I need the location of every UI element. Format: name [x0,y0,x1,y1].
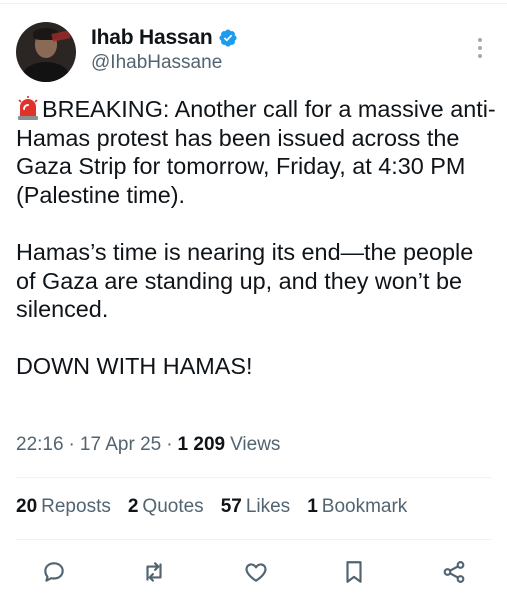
engagement-stats: 20 Reposts 2 Quotes 57 Likes 1 Bookmark [16,496,424,518]
views-count: 1 209 [177,434,226,455]
avatar-shirt [22,62,70,82]
siren-emoji-icon [18,96,38,120]
repost-icon[interactable] [138,556,170,588]
reposts-stat[interactable]: 20 Reposts [16,496,111,518]
tweet-paragraph: Hamas’s time is nearing its end—the peop… [16,238,474,323]
avatar[interactable] [16,22,76,82]
bookmark-icon[interactable] [338,556,370,588]
divider [16,477,491,478]
bookmarks-stat[interactable]: 1 Bookmark [307,496,407,518]
verified-badge-icon [218,29,237,47]
quotes-stat[interactable]: 2 Quotes [128,496,204,518]
tweet-text: BREAKING: Another call for a massive ant… [16,95,496,381]
tweet-time[interactable]: 22:16 [16,434,64,456]
tweet-meta: 22:16 · 17 Apr 25 · 1 209 Views [16,434,280,456]
likes-stat[interactable]: 57 Likes [221,496,291,518]
action-bar [0,556,507,592]
tweet-paragraph: BREAKING: Another call for a massive ant… [16,96,496,208]
reply-icon[interactable] [38,556,70,588]
divider [16,539,491,540]
share-icon[interactable] [438,556,470,588]
tweet-paragraph: DOWN WITH HAMAS! [16,353,253,380]
name-row: Ihab Hassan [91,24,238,52]
meta-separator: · [166,434,173,455]
views-label[interactable]: Views [230,434,280,456]
meta-separator: · [68,434,75,455]
user-handle[interactable]: @IhabHassane [91,52,222,74]
more-options-icon[interactable] [477,38,483,60]
top-divider [0,3,507,4]
tweet-header: Ihab Hassan @IhabHassane [16,22,491,86]
display-name[interactable]: Ihab Hassan [91,26,213,50]
like-icon[interactable] [240,556,272,588]
tweet-date[interactable]: 17 Apr 25 [80,434,161,456]
